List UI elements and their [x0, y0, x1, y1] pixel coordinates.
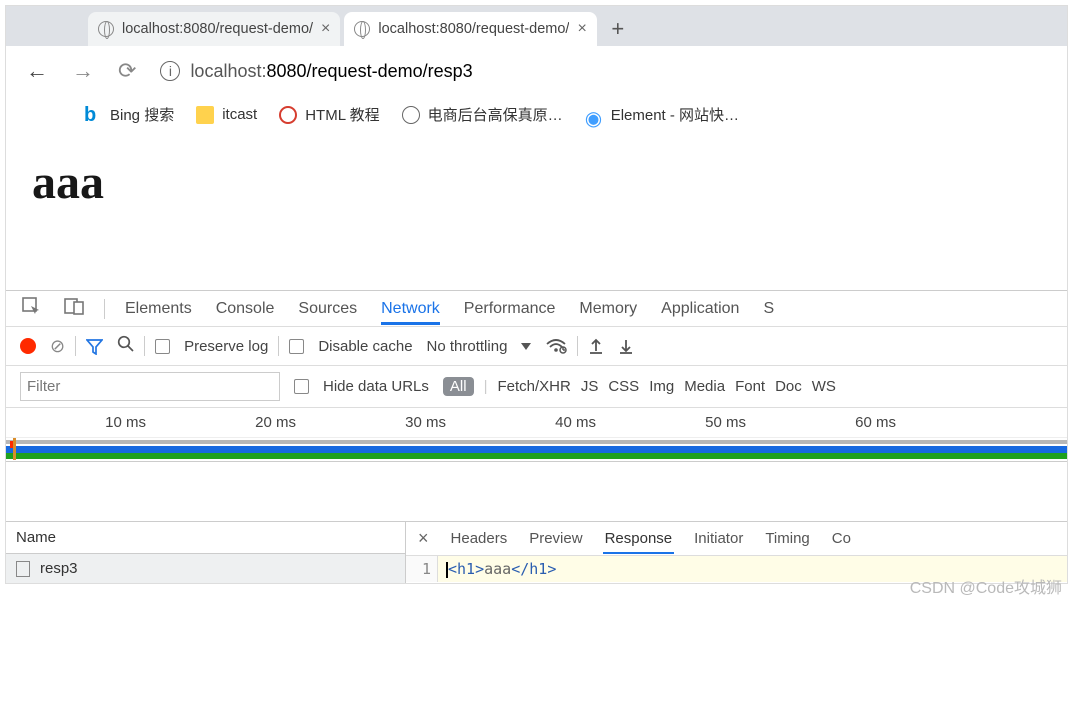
detail-tab-more[interactable]: Co — [832, 530, 851, 547]
upload-icon[interactable] — [588, 337, 604, 355]
filter-type-img[interactable]: Img — [649, 378, 674, 395]
network-filter-row: Filter Hide data URLs All | Fetch/XHR JS… — [6, 366, 1067, 408]
timeline-tick: 50 ms — [606, 414, 756, 431]
detail-tab-initiator[interactable]: Initiator — [694, 530, 743, 547]
filter-icon[interactable] — [86, 338, 103, 355]
back-button[interactable]: ← — [20, 56, 54, 86]
timeline-tick: 10 ms — [6, 414, 156, 431]
filter-input[interactable]: Filter — [20, 372, 280, 401]
bookmark-bing[interactable]: bBing 搜索 — [84, 104, 174, 125]
devtools-tab-row: Elements Console Sources Network Perform… — [6, 291, 1067, 327]
hide-data-urls-label: Hide data URLs — [323, 378, 429, 395]
filter-type-media[interactable]: Media — [684, 378, 725, 395]
globe-icon — [98, 21, 114, 37]
page-viewport: aaa — [6, 137, 1067, 290]
bookmark-element[interactable]: ◉Element - 网站快… — [585, 104, 739, 125]
inspect-icon[interactable] — [22, 297, 40, 320]
info-icon[interactable]: i — [160, 61, 180, 81]
network-toolbar: ⊘ Preserve log Disable cache No throttli… — [6, 327, 1067, 366]
globe-icon — [354, 21, 370, 37]
detail-tab-response[interactable]: Response — [605, 530, 673, 547]
filter-type-doc[interactable]: Doc — [775, 378, 802, 395]
timeline-tick: 30 ms — [306, 414, 456, 431]
url-host: localhost: — [190, 61, 266, 81]
element-icon: ◉ — [585, 106, 603, 124]
filter-type-font[interactable]: Font — [735, 378, 765, 395]
detail-tab-preview[interactable]: Preview — [529, 530, 582, 547]
bookmarks-bar: bBing 搜索 itcast HTML 教程 电商后台高保真原… ◉Eleme… — [6, 96, 1067, 137]
watermark: CSDN @Code攻城狮 — [5, 574, 1062, 598]
filter-type-js[interactable]: JS — [581, 378, 599, 395]
tab-title: localhost:8080/request-demo/ — [378, 21, 569, 37]
tab-elements[interactable]: Elements — [125, 300, 192, 318]
browser-tab-1[interactable]: localhost:8080/request-demo/ × — [88, 12, 340, 46]
bookmark-itcast[interactable]: itcast — [196, 106, 257, 124]
disable-cache-checkbox[interactable] — [289, 339, 304, 354]
tab-memory[interactable]: Memory — [579, 300, 637, 318]
new-tab-button[interactable]: + — [601, 14, 635, 44]
globe-icon — [402, 106, 420, 124]
address-bar: ← → ⟳ i localhost:8080/request-demo/resp… — [6, 46, 1067, 96]
device-toggle-icon[interactable] — [64, 297, 84, 320]
close-icon[interactable]: × — [577, 20, 586, 38]
page-heading: aaa — [32, 155, 1041, 210]
tab-console[interactable]: Console — [216, 300, 275, 318]
record-icon[interactable] — [20, 338, 36, 354]
filter-type-css[interactable]: CSS — [608, 378, 639, 395]
tab-application[interactable]: Application — [661, 300, 739, 318]
filter-type-ws[interactable]: WS — [812, 378, 836, 395]
bing-icon: b — [84, 106, 102, 124]
forward-button[interactable]: → — [66, 56, 100, 86]
browser-tab-2[interactable]: localhost:8080/request-demo/ × — [344, 12, 596, 46]
hide-data-urls-checkbox[interactable] — [294, 379, 309, 394]
tab-strip: localhost:8080/request-demo/ × localhost… — [6, 6, 1067, 46]
timeline-overview[interactable] — [6, 438, 1067, 462]
clear-icon[interactable]: ⊘ — [50, 336, 65, 357]
folder-icon — [196, 106, 214, 124]
tab-performance[interactable]: Performance — [464, 300, 556, 318]
devtools-panel: Elements Console Sources Network Perform… — [6, 290, 1067, 583]
tab-title: localhost:8080/request-demo/ — [122, 21, 313, 37]
preserve-log-checkbox[interactable] — [155, 339, 170, 354]
detail-tab-timing[interactable]: Timing — [765, 530, 809, 547]
timeline-tick: 20 ms — [156, 414, 306, 431]
url-port: 8080 — [266, 61, 306, 81]
tab-network[interactable]: Network — [381, 300, 440, 318]
network-conditions-icon[interactable] — [545, 338, 567, 354]
omnibox[interactable]: i localhost:8080/request-demo/resp3 — [154, 57, 1053, 86]
bookmark-html[interactable]: HTML 教程 — [279, 104, 379, 125]
detail-tab-row: × Headers Preview Response Initiator Tim… — [406, 522, 1067, 556]
disable-cache-label: Disable cache — [318, 338, 412, 355]
bookmark-ecommerce[interactable]: 电商后台高保真原… — [402, 104, 563, 125]
timeline-tick: 40 ms — [456, 414, 606, 431]
preserve-log-label: Preserve log — [184, 338, 268, 355]
url-path: /request-demo/resp3 — [307, 61, 473, 81]
close-icon[interactable]: × — [418, 528, 429, 549]
close-icon[interactable]: × — [321, 20, 330, 38]
filter-type-all[interactable]: All — [443, 377, 474, 396]
download-icon[interactable] — [618, 337, 634, 355]
timeline-labels: 10 ms 20 ms 30 ms 40 ms 50 ms 60 ms — [6, 408, 1067, 438]
ring-icon — [279, 106, 297, 124]
reload-button[interactable]: ⟳ — [112, 56, 142, 86]
tab-sources[interactable]: Sources — [298, 300, 357, 318]
search-icon[interactable] — [117, 335, 134, 357]
timeline-tick: 60 ms — [756, 414, 906, 431]
detail-tab-headers[interactable]: Headers — [451, 530, 508, 547]
throttling-select[interactable]: No throttling — [427, 338, 508, 355]
timeline-detail[interactable] — [6, 462, 1067, 522]
column-name[interactable]: Name — [6, 522, 405, 554]
chevron-down-icon[interactable] — [521, 343, 531, 350]
tab-more[interactable]: S — [763, 300, 774, 318]
filter-type-fetchxhr[interactable]: Fetch/XHR — [497, 378, 570, 395]
